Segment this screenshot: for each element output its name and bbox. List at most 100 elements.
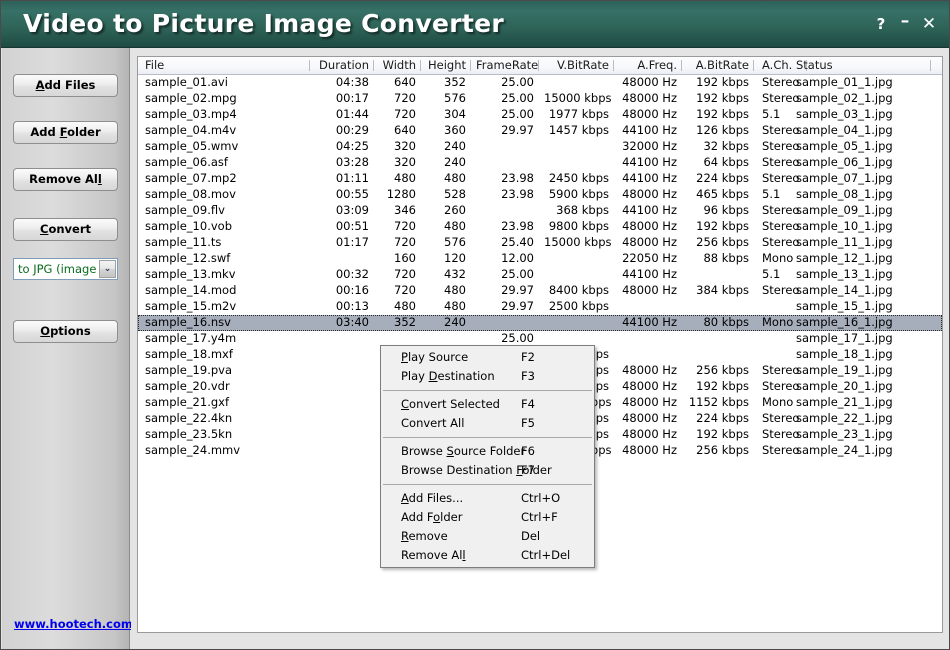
table-row[interactable]: sample_03.mp4 01:44 720 304 25.00 1977 kbps 48… [138,107,942,123]
cell-file: sample_24.mmv [145,443,241,457]
cell-abitrate: 80 kbps [703,315,749,329]
column-header-abitrate[interactable]: A.BitRate [682,57,754,74]
cell-file: sample_09.flv [145,203,225,217]
menu-item-shortcut: F3 [521,369,535,383]
close-icon[interactable]: ✕ [919,14,939,34]
cell-file: sample_22.4kn [145,411,233,425]
table-row[interactable]: sample_10.vob 00:51 720 480 23.98 9800 kbps 48… [138,219,942,235]
cell-file: sample_03.mp4 [145,107,237,121]
column-header-afreq[interactable]: A.Freq. [614,57,682,74]
cell-abitrate: 192 kbps [696,219,749,233]
menu-item-browse-destination-folder[interactable]: Browse Destination Folder F7 [381,461,594,480]
cell-afreq: 48000 Hz [622,427,677,441]
table-row[interactable]: sample_16.nsv 03:40 352 240 44100 Hz 80 kbps M… [138,315,942,331]
cell-vbitrate: 15000 kbps [544,91,612,105]
remove-all-button[interactable]: Remove All [13,168,118,191]
menu-item-label: Convert All [401,416,465,430]
table-row[interactable]: sample_15.m2v 00:13 480 480 29.97 2500 kbps sa… [138,299,942,315]
menu-item-label: Add Files... [401,491,464,505]
table-row[interactable]: sample_08.mov 00:55 1280 528 23.98 5900 kbps 4… [138,187,942,203]
menu-item-play-source[interactable]: Play Source F2 [381,348,594,367]
cell-duration [310,379,374,395]
table-row[interactable]: sample_04.m4v 00:29 640 360 29.97 1457 kbps 44… [138,123,942,139]
add-files-button[interactable]: Add Files [13,74,118,97]
cell-file: sample_04.m4v [145,123,237,137]
cell-duration [310,395,374,411]
cell-framerate: 25.00 [501,91,534,105]
help-icon[interactable]: ? [871,14,891,34]
mnemonic-letter: o [433,510,441,524]
chevron-down-icon[interactable]: ⌄ [99,260,116,278]
table-row[interactable]: sample_02.mpg 00:17 720 576 25.00 15000 kbps 4… [138,91,942,107]
cell-abitrate: 256 kbps [696,363,749,377]
cell-height: 304 [444,107,466,121]
application-window: Video to Picture Image Converter ? – ✕ A… [0,0,950,650]
menu-item-add-files[interactable]: Add Files... Ctrl+O [381,489,594,508]
cell-duration: 00:16 [335,283,369,297]
cell-afreq: 48000 Hz [622,187,677,201]
output-format-value: to JPG (image s [18,262,98,276]
cell-vbitrate: 9800 kbps [548,219,609,233]
cell-framerate [471,315,539,331]
menu-item-browse-source-folder[interactable]: Browse Source Folder F6 [381,442,594,461]
cell-height: 352 [444,75,466,89]
menu-item-convert-selected[interactable]: Convert Selected F4 [381,395,594,414]
options-button[interactable]: Options [13,320,118,343]
cell-framerate [471,139,539,155]
menu-separator [383,437,592,438]
table-row[interactable]: sample_01.avi 04:38 640 352 25.00 48000 Hz 192… [138,75,942,91]
column-header-height[interactable]: Height [421,57,471,74]
table-row[interactable]: sample_09.flv 03:09 346 260 368 kbps 44100 Hz… [138,203,942,219]
table-row[interactable]: sample_11.ts 01:17 720 576 25.40 15000 kbps 48… [138,235,942,251]
table-row[interactable]: sample_07.mp2 01:11 480 480 23.98 2450 kbps 44… [138,171,942,187]
minimize-icon[interactable]: – [895,13,915,34]
mnemonic-letter: l [462,548,466,562]
table-row[interactable]: sample_13.mkv 00:32 720 432 25.00 44100 Hz 5.1… [138,267,942,283]
cell-vbitrate [539,267,614,283]
menu-item-remove[interactable]: Remove Del [381,527,594,546]
table-row[interactable]: sample_05.wmv 04:25 320 240 32000 Hz 32 kbps S… [138,139,942,155]
menu-item-convert-all[interactable]: Convert All F5 [381,414,594,433]
cell-width: 640 [394,75,416,89]
menu-item-remove-all[interactable]: Remove All Ctrl+Del [381,546,594,565]
cell-abitrate: 224 kbps [696,411,749,425]
menu-separator [383,390,592,391]
cell-file: sample_15.m2v [145,299,237,313]
cell-file: sample_23.5kn [145,427,233,441]
cell-duration [310,411,374,427]
menu-item-play-destination[interactable]: Play Destination F3 [381,367,594,386]
output-format-select[interactable]: to JPG (image s ⌄ [13,258,118,280]
cell-width: 1280 [386,187,416,201]
cell-afreq: 44100 Hz [622,267,677,281]
mnemonic-letter: A [401,491,409,505]
cell-vbitrate [539,251,614,267]
column-header-width[interactable]: Width [374,57,421,74]
cell-duration: 03:09 [335,203,369,217]
cell-duration: 00:55 [335,187,369,201]
cell-width: 640 [394,123,416,137]
convert-button[interactable]: Convert [13,218,118,241]
context-menu[interactable]: Play Source F2 Play Destination F3 Convert S… [380,345,595,568]
cell-status: sample_15_1.jpg [796,299,893,313]
column-header-file[interactable]: File [140,57,310,74]
cell-duration: 00:13 [335,299,369,313]
table-row[interactable]: sample_14.mod 00:16 720 480 29.97 8400 kbps 48… [138,283,942,299]
menu-item-add-folder[interactable]: Add Folder Ctrl+F [381,508,594,527]
title-bar: Video to Picture Image Converter ? – ✕ [1,1,949,48]
cell-abitrate: 88 kbps [703,251,749,265]
column-header-framerate[interactable]: FrameRate [471,57,539,74]
cell-status: sample_05_1.jpg [796,139,893,153]
menu-item-shortcut: Del [521,529,541,543]
column-header-duration[interactable]: Duration [310,57,374,74]
add-folder-button[interactable]: Add Folder [13,121,118,144]
column-header-status[interactable]: Status [791,57,931,74]
table-row[interactable]: sample_12.swf 160 120 12.00 22050 Hz 88 kbps M… [138,251,942,267]
column-header-vbitrate[interactable]: V.BitRate [539,57,614,74]
cell-vbitrate: 1457 kbps [548,123,609,137]
cell-height: 576 [444,235,466,249]
cell-height: 480 [444,283,466,297]
website-link[interactable]: www.hootech.com [14,617,133,631]
cell-afreq: 48000 Hz [622,107,677,121]
cell-file: sample_12.swf [145,251,231,265]
table-row[interactable]: sample_06.asf 03:28 320 240 44100 Hz 64 kbps S… [138,155,942,171]
